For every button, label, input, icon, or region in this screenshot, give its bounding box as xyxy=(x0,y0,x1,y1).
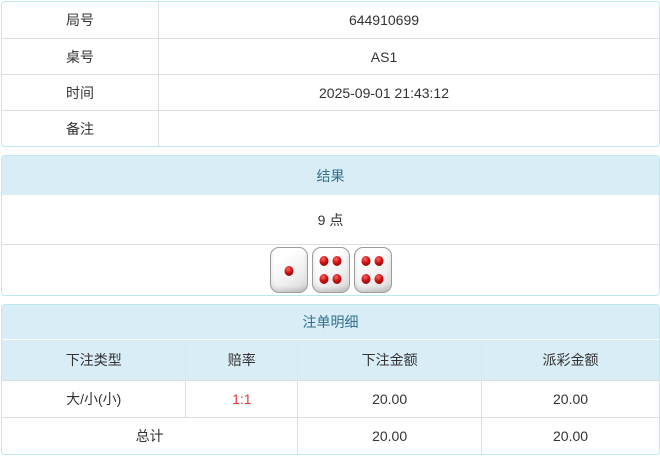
table-number-value: AS1 xyxy=(370,48,398,65)
round-number-value: 644910699 xyxy=(348,12,420,28)
total-bet-amount-cell: 20.00 xyxy=(297,416,482,454)
time-value: 2025-09-01 21:43:12 xyxy=(319,84,449,101)
die-face-4 xyxy=(311,247,350,293)
round-number-label: 局号 xyxy=(2,2,159,38)
total-payout-amount-cell: 20.00 xyxy=(481,416,659,454)
dice-row xyxy=(2,245,659,295)
die-pip xyxy=(332,273,342,284)
payout-amount-cell: 20.00 xyxy=(481,379,659,417)
die-pip xyxy=(319,256,329,267)
die-pip xyxy=(284,265,293,276)
die-pip xyxy=(361,256,371,267)
header-odds: 赔率 xyxy=(185,340,298,380)
info-row-time: 时间 2025-09-01 21:43:12 xyxy=(2,74,659,110)
info-row-round: 局号 644910699 xyxy=(2,2,659,38)
total-label-cell: 总计 xyxy=(2,416,298,454)
die-face-4 xyxy=(353,247,392,293)
header-payout-amount: 派彩金额 xyxy=(481,340,659,380)
bet-amount-cell: 20.00 xyxy=(297,379,482,417)
odds-cell: 1:1 xyxy=(185,379,298,417)
bets-panel: 注单明细 下注类型 赔率 下注金额 派彩金额 大/小(小) 1:1 20.00 … xyxy=(1,304,660,455)
die-face-1 xyxy=(269,247,308,293)
total-row: 总计 20.00 20.00 xyxy=(2,416,659,454)
result-points: 9 点 xyxy=(2,196,659,245)
die-pip xyxy=(374,273,384,284)
remark-value xyxy=(159,111,659,146)
remark-label: 备注 xyxy=(2,111,159,146)
die-pip xyxy=(374,256,384,267)
bets-header-row: 下注类型 赔率 下注金额 派彩金额 xyxy=(2,340,659,380)
header-bet-type: 下注类型 xyxy=(2,340,186,380)
time-label: 时间 xyxy=(2,75,159,110)
game-info-panel: 局号 644910699 桌号 AS1 时间 2025-09-01 21:43:… xyxy=(1,1,660,147)
bet-row: 大/小(小) 1:1 20.00 20.00 xyxy=(2,379,659,417)
table-number-label: 桌号 xyxy=(2,39,159,74)
die-pip xyxy=(332,256,342,267)
bets-table: 下注类型 赔率 下注金额 派彩金额 大/小(小) 1:1 20.00 20.00… xyxy=(2,340,659,454)
die-pip xyxy=(361,273,371,284)
result-panel: 结果 9 点 xyxy=(1,155,660,296)
info-row-table: 桌号 AS1 xyxy=(2,38,659,74)
die-pip xyxy=(319,273,329,284)
bets-panel-title: 注单明细 xyxy=(2,305,659,340)
bet-record-page: 局号 644910699 桌号 AS1 时间 2025-09-01 21:43:… xyxy=(0,0,660,455)
result-panel-title: 结果 xyxy=(2,156,659,196)
info-row-remark: 备注 xyxy=(2,110,659,146)
bet-type-cell: 大/小(小) xyxy=(2,379,186,417)
header-bet-amount: 下注金额 xyxy=(297,340,482,380)
